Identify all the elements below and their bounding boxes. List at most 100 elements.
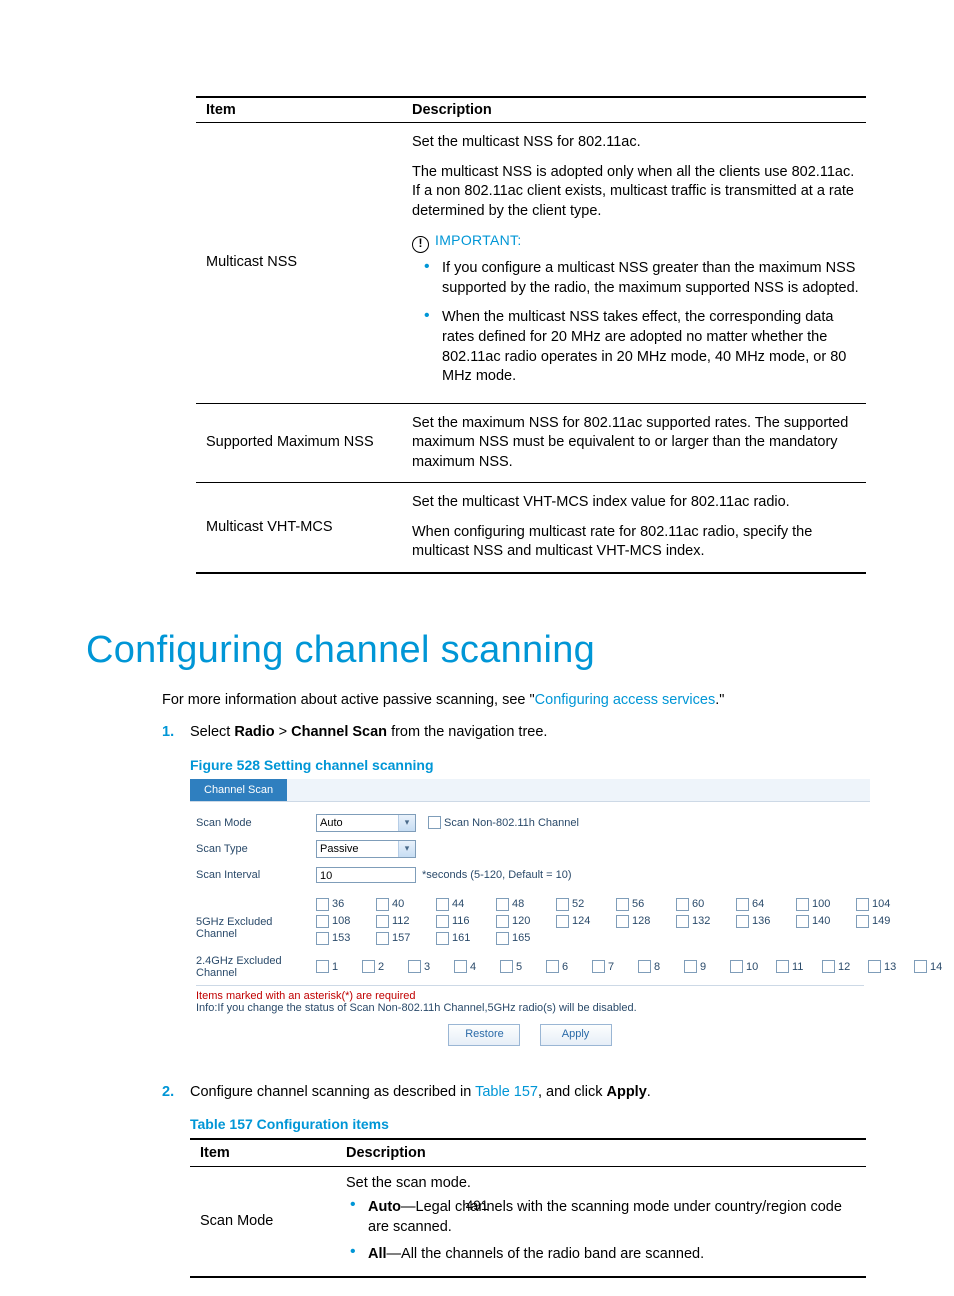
link-configuring-access-services[interactable]: Configuring access services [535,692,716,708]
note-required: Items marked with an asterisk(*) are req… [196,990,864,1002]
cell-desc: Set the maximum NSS for 802.11ac support… [402,403,866,483]
checkbox-icon [556,898,569,911]
para: The multicast NSS is adopted only when a… [412,163,860,222]
table-caption: Table 157 Configuration items [190,1116,866,1132]
checkbox-icon [496,898,509,911]
important-icon: ! [412,236,429,253]
intro-paragraph: For more information about active passiv… [162,690,866,710]
important-label: IMPORTANT: [435,232,522,248]
checkbox-channel-52[interactable]: 52 [556,898,606,911]
checkbox-icon [496,915,509,928]
checkbox-channel-132[interactable]: 132 [676,915,726,928]
checkbox-channel-1[interactable]: 1 [316,960,352,973]
checkbox-icon [856,898,869,911]
checkbox-channel-116[interactable]: 116 [436,915,486,928]
checkbox-channel-161[interactable]: 161 [436,932,486,945]
th-desc: Description [336,1139,866,1167]
checkbox-channel-56[interactable]: 56 [616,898,666,911]
text: For more information about active passiv… [162,692,535,708]
para: Set the maximum NSS for 802.11ac support… [412,414,860,473]
checkbox-icon [316,915,329,928]
hint-scan-interval: *seconds (5-120, Default = 10) [422,869,572,881]
cell-item: Multicast NSS [196,123,402,404]
th-desc: Description [402,97,866,123]
checkbox-channel-14[interactable]: 14 [914,960,950,973]
checkbox-channel-128[interactable]: 128 [616,915,666,928]
para: When configuring multicast rate for 802.… [412,523,860,562]
step-number: 1. [162,722,190,742]
checkbox-channel-12[interactable]: 12 [822,960,858,973]
checkbox-channel-13[interactable]: 13 [868,960,904,973]
checkbox-icon [856,915,869,928]
table-row: Multicast NSS Set the multicast NSS for … [196,123,866,404]
checkbox-channel-3[interactable]: 3 [408,960,444,973]
checkbox-channel-2[interactable]: 2 [362,960,398,973]
checkbox-channel-44[interactable]: 44 [436,898,486,911]
checkbox-icon [436,915,449,928]
grid-5ghz: 36 40 44 48 52 56 60 64 100 104 108 112 116 120 124 128… [316,898,916,949]
checkbox-channel-100[interactable]: 100 [796,898,846,911]
checkbox-channel-149[interactable]: 149 [856,915,906,928]
checkbox-channel-157[interactable]: 157 [376,932,426,945]
step-number: 2. [162,1082,190,1102]
checkbox-channel-165[interactable]: 165 [496,932,546,945]
checkbox-channel-153[interactable]: 153 [316,932,366,945]
checkbox-icon [316,960,329,973]
text: ." [715,692,724,708]
checkbox-channel-40[interactable]: 40 [376,898,426,911]
step-2: 2. Configure channel scanning as describ… [162,1082,866,1102]
select-scan-type[interactable]: Passive ▾ [316,840,416,858]
cell-desc: Set the multicast NSS for 802.11ac. The … [402,123,866,404]
checkbox-channel-8[interactable]: 8 [638,960,674,973]
checkbox-channel-6[interactable]: 6 [546,960,582,973]
list-item: All—All the channels of the radio band a… [350,1244,860,1264]
checkbox-channel-5[interactable]: 5 [500,960,536,973]
checkbox-channel-112[interactable]: 112 [376,915,426,928]
checkbox-channel-124[interactable]: 124 [556,915,606,928]
checkbox-icon [408,960,421,973]
checkbox-icon [796,915,809,928]
checkbox-icon [496,932,509,945]
chevron-down-icon: ▾ [398,815,415,831]
cell-desc: Set the multicast VHT-MCS index value fo… [402,483,866,573]
checkbox-icon [362,960,375,973]
checkbox-channel-11[interactable]: 11 [776,960,812,973]
input-scan-interval[interactable]: 10 [316,867,416,883]
checkbox-channel-10[interactable]: 10 [730,960,766,973]
checkbox-icon [638,960,651,973]
checkbox-icon [676,915,689,928]
checkbox-channel-60[interactable]: 60 [676,898,726,911]
checkbox-icon [376,932,389,945]
checkbox-icon [428,816,441,829]
apply-button[interactable]: Apply [540,1024,612,1046]
link-table-157[interactable]: Table 157 [475,1084,538,1100]
checkbox-channel-108[interactable]: 108 [316,915,366,928]
channel-scan-ui: Channel Scan Scan Mode Auto ▾ Scan Non-8… [190,779,870,1054]
checkbox-scan-non-80211h[interactable]: Scan Non-802.11h Channel [428,816,579,829]
checkbox-channel-7[interactable]: 7 [592,960,628,973]
table-nss: Item Description Multicast NSS Set the m… [196,96,866,574]
checkbox-channel-48[interactable]: 48 [496,898,546,911]
checkbox-channel-136[interactable]: 136 [736,915,786,928]
checkbox-icon [556,915,569,928]
checkbox-channel-9[interactable]: 9 [684,960,720,973]
checkbox-channel-4[interactable]: 4 [454,960,490,973]
checkbox-icon [796,898,809,911]
step-1: 1. Select Radio > Channel Scan from the … [162,722,866,742]
checkbox-icon [436,932,449,945]
note-info: Info:If you change the status of Scan No… [196,1002,864,1014]
checkbox-channel-140[interactable]: 140 [796,915,846,928]
checkbox-channel-36[interactable]: 36 [316,898,366,911]
tab-bar: Channel Scan [190,779,870,802]
label-scan-interval: Scan Interval [196,869,316,881]
checkbox-channel-104[interactable]: 104 [856,898,906,911]
checkbox-channel-120[interactable]: 120 [496,915,546,928]
restore-button[interactable]: Restore [448,1024,520,1046]
table-row: Scan Mode Set the scan mode. Auto—Legal … [190,1166,866,1277]
tab-channel-scan[interactable]: Channel Scan [190,779,287,801]
checkbox-channel-64[interactable]: 64 [736,898,786,911]
checkbox-icon [454,960,467,973]
list-item: When the multicast NSS takes effect, the… [424,308,860,386]
select-scan-mode[interactable]: Auto ▾ [316,814,416,832]
checkbox-icon [868,960,881,973]
